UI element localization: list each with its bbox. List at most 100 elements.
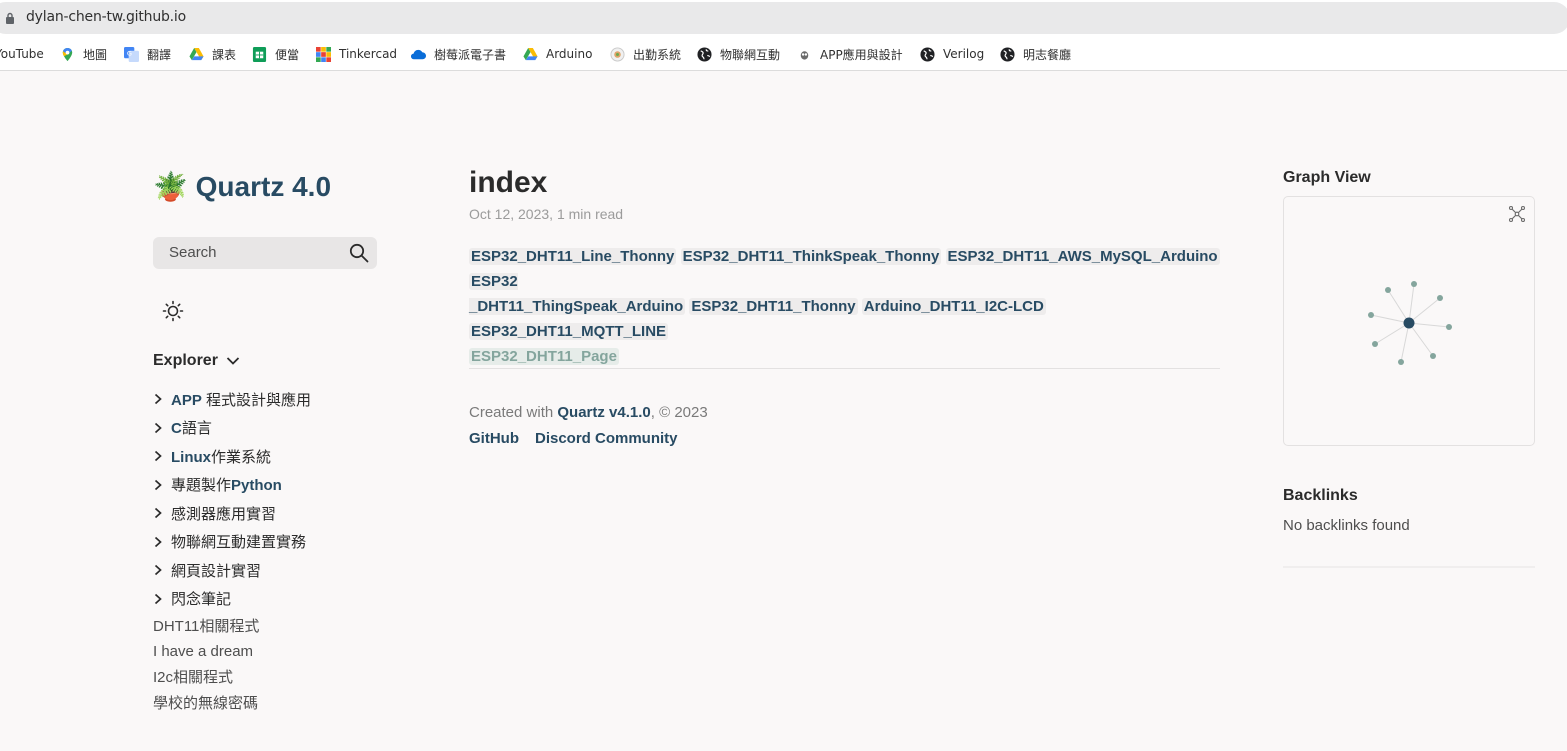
explorer-tree: APP 程式設計與應用 C語言 Linux作業系統 專題製作Python 感測器… <box>153 385 413 715</box>
bookmark-translate[interactable]: G 翻譯 <box>124 45 171 63</box>
backlinks-title: Backlinks <box>1283 487 1358 504</box>
file-link[interactable]: 學校的無線密碼 <box>153 690 413 716</box>
graph-node <box>1437 295 1443 301</box>
chevron-down-icon <box>226 357 240 365</box>
bookmark-raspberry-ebook[interactable]: 樹莓派電子書 <box>411 45 506 63</box>
chevron-right-icon <box>154 593 162 604</box>
graph-node <box>1372 341 1378 347</box>
chevron-right-icon <box>154 508 162 519</box>
folder-label: 作業系統 <box>211 448 272 466</box>
internal-link[interactable]: ESP32_DHT11_ThinkSpeak_Thonny <box>680 248 942 265</box>
globe-icon <box>920 46 935 62</box>
graph-node <box>1398 359 1404 365</box>
explorer-toggle[interactable]: Explorer <box>153 352 240 370</box>
discord-link[interactable]: Discord Community <box>535 430 678 447</box>
bookmark-iot[interactable]: 物聯網互動 <box>697 45 780 63</box>
folder-label-bold: C <box>171 420 182 438</box>
folder-quick-notes[interactable]: 閃念筆記 <box>153 585 413 614</box>
bookmark-lunch[interactable]: 便當 <box>252 45 299 63</box>
folder-label: 程式設計與應用 <box>201 391 312 409</box>
onedrive-icon <box>411 49 426 59</box>
google-drive-icon <box>523 47 538 60</box>
footer-links: GitHub Discord Community <box>469 430 678 447</box>
bookmark-maps[interactable]: 地圖 <box>60 45 107 63</box>
bookmark-cafeteria[interactable]: 明志餐廳 <box>1000 45 1071 63</box>
browser-address-bar: dylan-chen-tw.github.io <box>0 0 1567 36</box>
internal-link[interactable]: ESP32_DHT11_AWS_MySQL_Arduino <box>945 248 1220 265</box>
bookmark-app-design[interactable]: APP應用與設計 <box>797 45 903 63</box>
tinkercad-icon <box>316 46 331 62</box>
folder-label-prefix: 專題製作 <box>171 477 232 495</box>
bookmark-arduino[interactable]: Arduino <box>523 45 592 63</box>
bookmark-youtube[interactable]: YouTube <box>0 45 44 63</box>
chevron-right-icon <box>154 565 162 576</box>
site-title[interactable]: 🪴 Quartz 4.0 <box>153 170 331 203</box>
graph-node <box>1411 281 1417 287</box>
folder-label: 語言 <box>181 420 212 438</box>
bookmark-label: 明志餐廳 <box>1023 47 1072 62</box>
folder-web-design[interactable]: 網頁設計實習 <box>153 556 413 585</box>
chevron-right-icon <box>154 479 162 490</box>
svg-text:G: G <box>127 49 132 57</box>
attendance-icon <box>610 46 625 62</box>
app-inventor-icon <box>797 47 812 61</box>
github-link[interactable]: GitHub <box>469 430 519 447</box>
translate-icon: G <box>124 46 139 62</box>
folder-app[interactable]: APP 程式設計與應用 <box>153 385 413 414</box>
footer-divider <box>469 368 1220 369</box>
google-sheets-icon <box>252 46 267 62</box>
folder-label-bold: APP <box>171 391 202 409</box>
globe-icon <box>697 46 712 62</box>
file-link[interactable]: DHT11相關程式 <box>153 613 413 639</box>
file-link[interactable]: I2c相關程式 <box>153 664 413 690</box>
internal-link[interactable]: ESP32 _DHT11_ThingSpeak_Arduino <box>469 273 686 315</box>
bookmark-verilog[interactable]: Verilog <box>920 45 984 63</box>
footer-credit: Created with Quartz v4.1.0, © 2023 <box>469 404 708 421</box>
folder-python-project[interactable]: 專題製作Python <box>153 471 413 500</box>
folder-linux[interactable]: Linux作業系統 <box>153 442 413 471</box>
link-text-part: _DHT11_ThingSpeak_Arduino <box>469 298 684 315</box>
bookmark-label: APP應用與設計 <box>820 47 903 62</box>
folder-sensor-lab[interactable]: 感測器應用實習 <box>153 499 413 528</box>
address-pill[interactable] <box>0 2 1567 34</box>
internal-link[interactable]: ESP32_DHT11_MQTT_LINE <box>469 323 669 340</box>
quartz-link[interactable]: Quartz v4.1.0 <box>557 404 650 421</box>
bookmark-label: YouTube <box>0 47 44 61</box>
folder-label: 網頁設計實習 <box>171 562 262 580</box>
bookmarks-bar: YouTube 地圖 G 翻譯 課表 便當 <box>0 36 1567 71</box>
article-links: ESP32_DHT11_Line_Thonny ESP32_DHT11_Thin… <box>469 244 1221 369</box>
folder-c-language[interactable]: C語言 <box>153 414 413 443</box>
bookmark-schedule[interactable]: 課表 <box>189 45 236 63</box>
bookmark-tinkercad[interactable]: Tinkercad <box>316 45 397 63</box>
chevron-right-icon <box>154 422 162 433</box>
bookmark-label: 便當 <box>275 47 300 62</box>
bookmark-label: Verilog <box>943 47 985 61</box>
graph-current-node <box>1403 317 1415 329</box>
lock-icon <box>6 12 14 24</box>
sun-icon[interactable] <box>162 300 184 322</box>
bookmark-label: 地圖 <box>83 47 108 62</box>
footer-credit-prefix: Created with <box>469 404 558 421</box>
search-input[interactable]: Search <box>153 237 377 269</box>
bookmark-label: 出勤系統 <box>633 47 682 62</box>
bookmark-label: 翻譯 <box>147 47 172 62</box>
bookmark-label: Tinkercad <box>339 47 398 61</box>
file-link[interactable]: I have a dream <box>153 639 413 665</box>
graph-node <box>1385 287 1391 293</box>
url-text[interactable]: dylan-chen-tw.github.io <box>26 9 186 25</box>
graph-node <box>1430 353 1436 359</box>
bookmark-label: 樹莓派電子書 <box>434 47 507 62</box>
article-meta: Oct 12, 2023, 1 min read <box>469 206 624 222</box>
internal-link[interactable]: ESP32_DHT11_Thonny <box>689 298 858 315</box>
internal-link[interactable]: Arduino_DHT11_I2C-LCD <box>861 298 1046 315</box>
graph-node <box>1446 324 1452 330</box>
bookmark-label: Arduino <box>546 47 593 61</box>
graph-node <box>1368 312 1374 318</box>
chevron-right-icon <box>154 451 162 462</box>
internal-link[interactable]: ESP32_DHT11_Line_Thonny <box>469 248 677 265</box>
internal-link[interactable]: ESP32_DHT11_Page <box>469 348 619 365</box>
google-drive-icon <box>189 47 204 60</box>
backlinks-divider <box>1283 566 1535 568</box>
folder-iot-practice[interactable]: 物聯網互動建置實務 <box>153 528 413 557</box>
bookmark-attendance[interactable]: 出勤系統 <box>610 45 681 63</box>
